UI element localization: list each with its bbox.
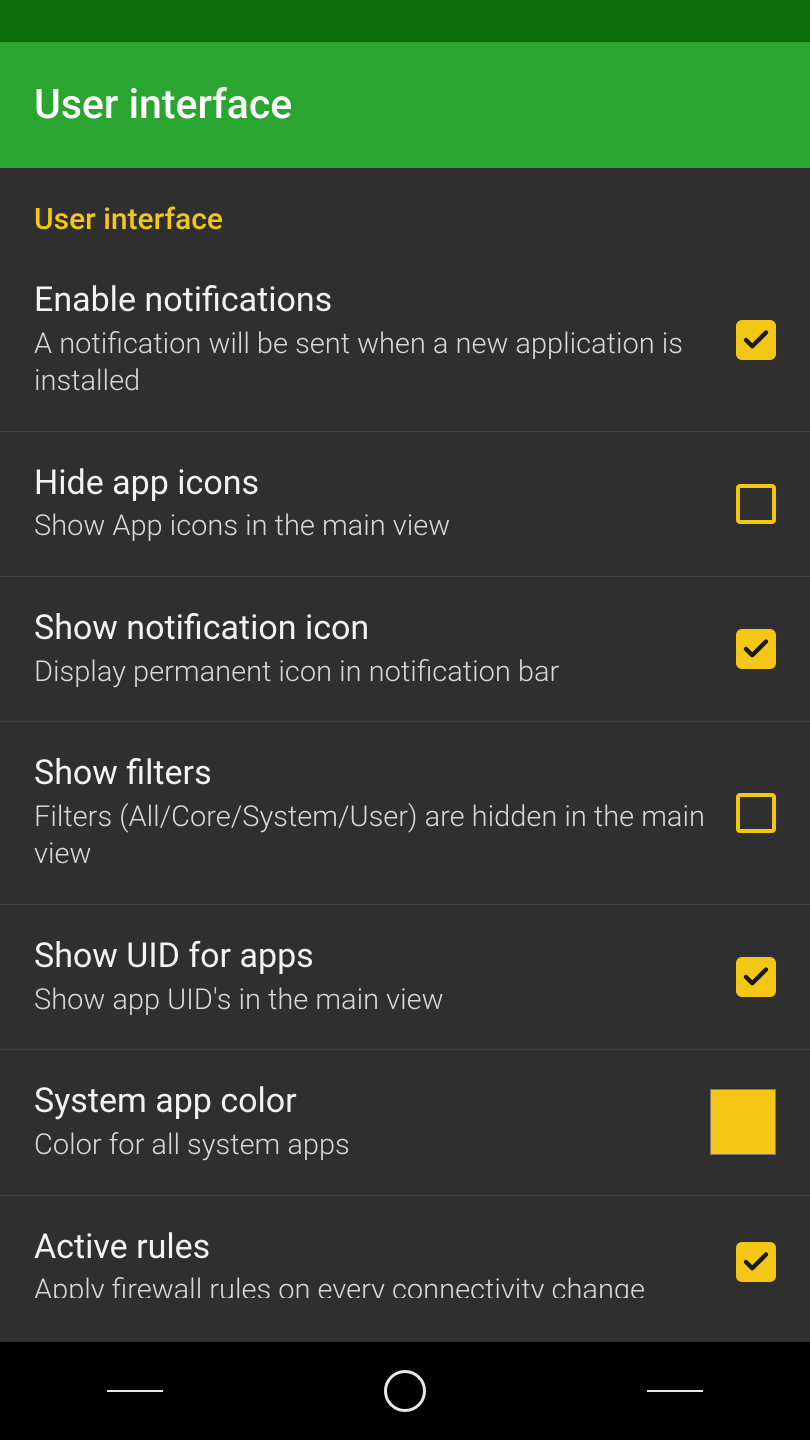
setting-desc: Filters (All/Core/System/User) are hidde…: [34, 799, 716, 874]
recent-icon: [647, 1390, 703, 1392]
setting-desc: Show app UID's in the main view: [34, 982, 716, 1020]
checkbox-show-uid-for-apps[interactable]: [736, 957, 776, 997]
setting-title: Show notification icon: [34, 607, 716, 650]
checkbox-active-rules[interactable]: [736, 1242, 776, 1282]
page-title: User interface: [34, 81, 292, 129]
setting-desc: Display permanent icon in notification b…: [34, 654, 716, 692]
navigation-bar: [0, 1342, 810, 1440]
nav-recent-button[interactable]: [595, 1361, 755, 1421]
checkbox-hide-app-icons[interactable]: [736, 484, 776, 524]
setting-show-notification-icon[interactable]: Show notification icon Display permanent…: [0, 577, 810, 722]
back-icon: [107, 1390, 163, 1392]
nav-back-button[interactable]: [55, 1361, 215, 1421]
setting-active-rules[interactable]: Active rules Apply firewall rules on eve…: [0, 1196, 810, 1328]
setting-desc: Apply firewall rules on every connectivi…: [34, 1272, 716, 1298]
setting-hide-app-icons[interactable]: Hide app icons Show App icons in the mai…: [0, 432, 810, 577]
setting-title: System app color: [34, 1080, 690, 1123]
checkbox-show-notification-icon[interactable]: [736, 629, 776, 669]
check-icon: [741, 962, 771, 992]
setting-desc: Show App icons in the main view: [34, 508, 716, 546]
setting-system-app-color[interactable]: System app color Color for all system ap…: [0, 1050, 810, 1195]
check-icon: [741, 325, 771, 355]
setting-title: Hide app icons: [34, 462, 716, 505]
app-bar: User interface: [0, 42, 810, 168]
setting-desc: Color for all system apps: [34, 1127, 690, 1165]
setting-enable-notifications[interactable]: Enable notifications A notification will…: [0, 249, 810, 432]
status-bar: [0, 0, 810, 42]
settings-list: User interface Enable notifications A no…: [0, 168, 810, 1342]
setting-show-uid-for-apps[interactable]: Show UID for apps Show app UID's in the …: [0, 905, 810, 1050]
checkbox-show-filters[interactable]: [736, 793, 776, 833]
home-icon: [384, 1370, 426, 1412]
nav-home-button[interactable]: [325, 1361, 485, 1421]
check-icon: [741, 634, 771, 664]
setting-desc: A notification will be sent when a new a…: [34, 326, 716, 401]
setting-title: Show filters: [34, 752, 716, 795]
check-icon: [741, 1247, 771, 1277]
color-swatch-system-app[interactable]: [710, 1089, 776, 1155]
section-header: User interface: [0, 168, 810, 249]
setting-show-filters[interactable]: Show filters Filters (All/Core/System/Us…: [0, 722, 810, 905]
setting-title: Show UID for apps: [34, 935, 716, 978]
setting-title: Active rules: [34, 1226, 716, 1269]
checkbox-enable-notifications[interactable]: [736, 320, 776, 360]
setting-title: Enable notifications: [34, 279, 716, 322]
